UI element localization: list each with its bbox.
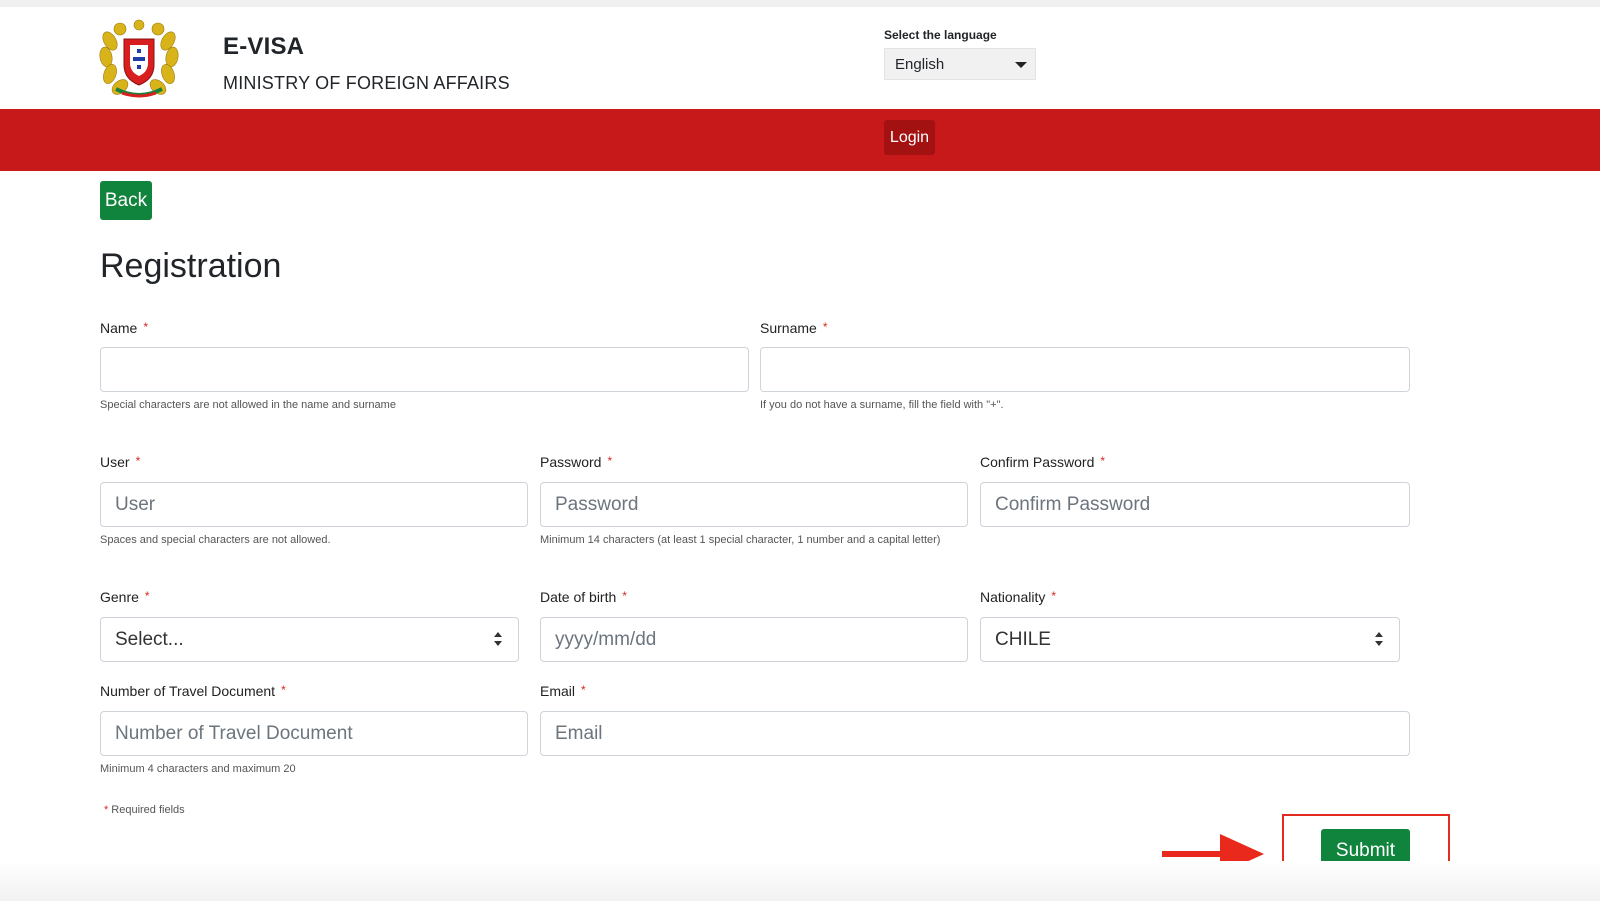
email-label: Email *: [540, 683, 586, 699]
site-subtitle: MINISTRY OF FOREIGN AFFAIRS: [223, 73, 510, 93]
bottom-shadow: [0, 861, 1600, 901]
back-button[interactable]: Back: [100, 181, 152, 220]
genre-select-value: Select...: [115, 629, 184, 650]
password-help-text: Minimum 14 characters (at least 1 specia…: [540, 534, 941, 546]
nationality-label: Nationality *: [980, 589, 1057, 605]
nationality-select-value: CHILE: [995, 629, 1051, 650]
required-marker: *: [607, 454, 613, 468]
required-fields-note: * Required fields: [104, 804, 185, 816]
top-strip: [0, 0, 1600, 7]
user-help-text: Spaces and special characters are not al…: [100, 534, 331, 546]
travel-document-help-text: Minimum 4 characters and maximum 20: [100, 763, 296, 775]
user-field[interactable]: User: [100, 482, 528, 527]
site-header: E-VISA MINISTRY OF FOREIGN AFFAIRS Selec…: [0, 7, 1600, 109]
required-marker: *: [143, 320, 149, 334]
required-marker: *: [135, 454, 141, 468]
name-field[interactable]: [100, 347, 749, 392]
genre-label: Genre *: [100, 589, 150, 605]
user-label: User *: [100, 454, 141, 470]
select-updown-icon: [494, 632, 502, 646]
genre-select[interactable]: Select...: [100, 617, 519, 662]
language-select[interactable]: English: [884, 48, 1036, 80]
language-select-value: English: [895, 56, 945, 73]
nationality-select[interactable]: CHILE: [980, 617, 1400, 662]
required-marker: *: [1100, 454, 1106, 468]
date-of-birth-field[interactable]: yyyy/mm/dd: [540, 617, 968, 662]
top-navbar: Login: [0, 109, 1600, 171]
required-marker: *: [822, 320, 828, 334]
surname-field[interactable]: [760, 347, 1410, 392]
required-marker: *: [581, 683, 586, 697]
confirm-password-label: Confirm Password *: [980, 454, 1106, 470]
surname-help-text: If you do not have a surname, fill the f…: [760, 399, 1004, 411]
surname-label: Surname *: [760, 320, 828, 336]
password-label: Password *: [540, 454, 613, 470]
password-field[interactable]: Password: [540, 482, 968, 527]
page-title: Registration: [100, 247, 282, 285]
coat-of-arms-logo: [99, 19, 179, 98]
required-marker: *: [144, 589, 150, 603]
site-title: E-VISA: [223, 33, 305, 60]
name-label: Name *: [100, 320, 149, 336]
required-marker: *: [622, 589, 627, 603]
select-updown-icon: [1375, 632, 1383, 646]
login-button[interactable]: Login: [884, 120, 935, 155]
email-field[interactable]: Email: [540, 711, 1410, 756]
language-label: Select the language: [884, 28, 997, 42]
name-help-text: Special characters are not allowed in th…: [100, 399, 396, 411]
required-marker: *: [104, 804, 109, 816]
required-marker: *: [281, 683, 286, 697]
required-marker: *: [1051, 589, 1057, 603]
travel-document-label: Number of Travel Document *: [100, 683, 286, 699]
date-of-birth-label: Date of birth *: [540, 589, 627, 605]
travel-document-field[interactable]: Number of Travel Document: [100, 711, 528, 756]
caret-down-icon: [1015, 62, 1027, 68]
confirm-password-field[interactable]: Confirm Password: [980, 482, 1410, 527]
